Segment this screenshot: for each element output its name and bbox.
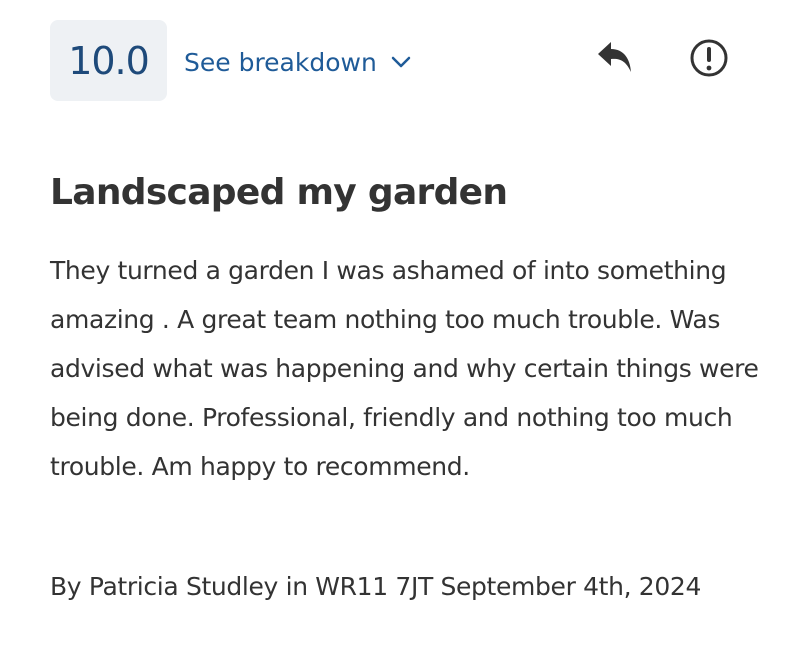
see-breakdown-button[interactable]: See breakdown bbox=[184, 44, 413, 80]
see-breakdown-label: See breakdown bbox=[184, 47, 377, 77]
review-title: Landscaped my garden bbox=[50, 172, 508, 213]
chevron-down-icon bbox=[389, 54, 413, 70]
report-icon bbox=[689, 38, 729, 82]
report-button[interactable] bbox=[687, 38, 731, 82]
reply-icon bbox=[596, 39, 636, 81]
score-badge: 10.0 bbox=[50, 20, 167, 101]
score-value: 10.0 bbox=[68, 38, 150, 83]
reply-button[interactable] bbox=[594, 38, 638, 82]
review-meta: By Patricia Studley in WR11 7JT Septembe… bbox=[50, 572, 702, 601]
review-text: They turned a garden I was ashamed of in… bbox=[50, 256, 759, 481]
